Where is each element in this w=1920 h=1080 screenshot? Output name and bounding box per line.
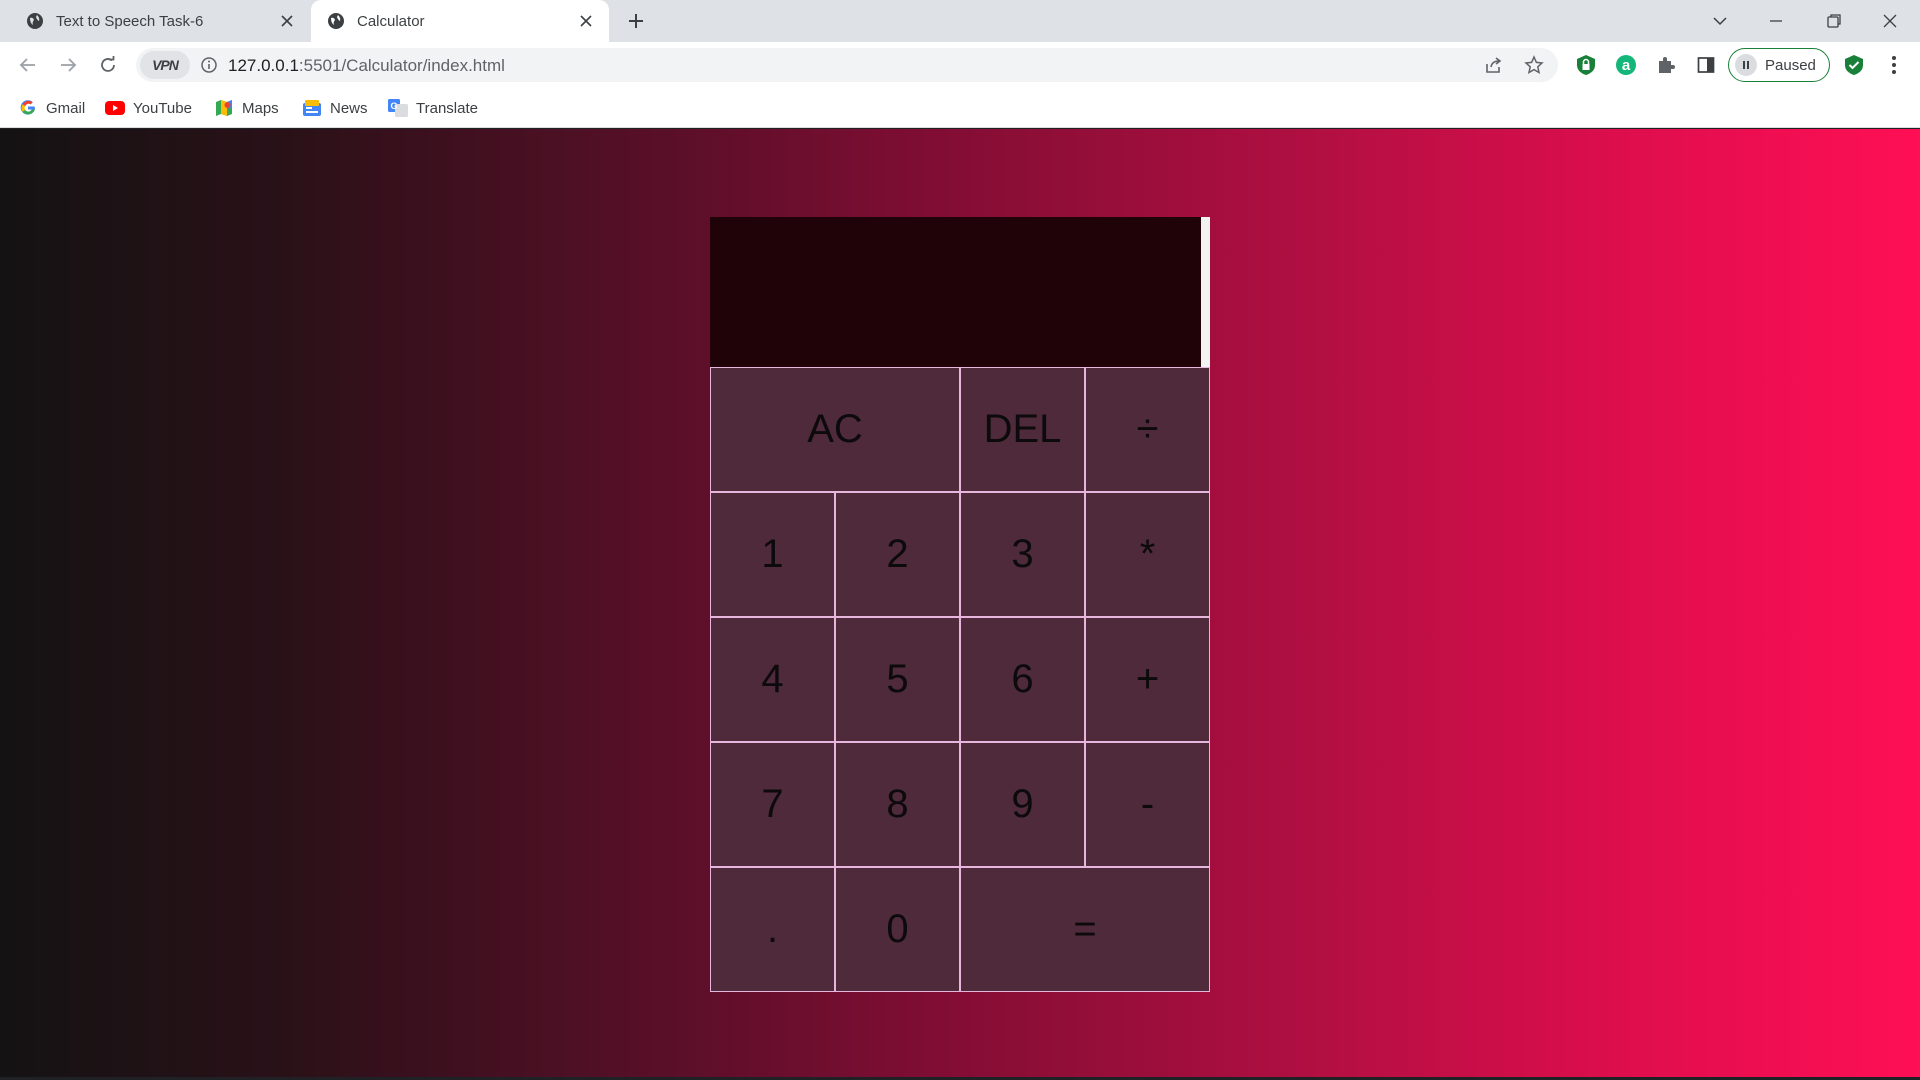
bookmark-gmail[interactable]: Gmail <box>18 96 85 120</box>
globe-icon <box>327 12 345 30</box>
tab-text-to-speech[interactable]: Text to Speech Task-6 <box>10 0 310 42</box>
calculator-keypad: AC DEL ÷ 1 2 3 * 4 5 6 + 7 8 9 - . 0 = <box>710 367 1210 992</box>
bookmark-label: Gmail <box>46 99 86 117</box>
close-icon <box>1883 14 1897 28</box>
globe-icon <box>26 12 44 30</box>
side-panel-button[interactable] <box>1692 51 1720 79</box>
vpn-extension-button[interactable] <box>1572 51 1600 79</box>
svg-text:G: G <box>390 101 397 111</box>
digit-4-button[interactable]: 4 <box>710 617 835 742</box>
digit-9-button[interactable]: 9 <box>960 742 1085 867</box>
browser-toolbar: VPN 127.0.0.1:5501/Calculator/index.html… <box>0 42 1920 88</box>
share-icon[interactable] <box>1482 53 1506 77</box>
puzzle-icon <box>1659 57 1675 73</box>
delete-button[interactable]: DEL <box>960 367 1085 492</box>
forward-button[interactable] <box>54 51 82 79</box>
translate-icon: G <box>388 98 408 118</box>
bookmark-label: Translate <box>416 99 478 117</box>
shield-lock-icon <box>1577 55 1595 75</box>
bookmark-label: Maps <box>242 99 279 117</box>
security-extension-button[interactable] <box>1840 51 1868 79</box>
subtract-button[interactable]: - <box>1085 742 1210 867</box>
close-tab-icon[interactable] <box>276 10 298 32</box>
side-panel-icon <box>1697 57 1715 73</box>
url-text[interactable]: 127.0.0.1:5501/Calculator/index.html <box>228 56 505 76</box>
arrow-right-icon <box>61 58 77 72</box>
profile-paused-chip[interactable]: Paused <box>1728 48 1830 82</box>
calculator-display <box>710 217 1210 367</box>
chevron-down-icon <box>1713 17 1727 26</box>
new-tab-button[interactable] <box>624 9 648 33</box>
multiply-button[interactable]: * <box>1085 492 1210 617</box>
url-host: 127.0.0.1 <box>228 56 299 75</box>
digit-3-button[interactable]: 3 <box>960 492 1085 617</box>
display-scrollbar[interactable] <box>1201 217 1210 367</box>
digit-0-button[interactable]: 0 <box>835 867 960 992</box>
plus-icon <box>629 14 643 28</box>
maps-icon <box>214 98 234 118</box>
menu-button[interactable] <box>1880 51 1908 79</box>
digit-2-button[interactable]: 2 <box>835 492 960 617</box>
url-path: :5501/Calculator/index.html <box>298 56 505 75</box>
calculator: AC DEL ÷ 1 2 3 * 4 5 6 + 7 8 9 - . 0 = <box>710 217 1210 992</box>
star-icon[interactable] <box>1522 53 1546 77</box>
letter-a-circle-icon: a <box>1616 55 1636 75</box>
digit-1-button[interactable]: 1 <box>710 492 835 617</box>
svg-text:a: a <box>1622 57 1631 74</box>
gmail-icon <box>18 98 38 118</box>
tab-calculator[interactable]: Calculator <box>311 0 609 42</box>
bookmark-label: YouTube <box>133 99 192 117</box>
tab-search-button[interactable] <box>1692 0 1748 42</box>
extensions-button[interactable] <box>1652 51 1680 79</box>
shield-check-icon <box>1845 55 1863 75</box>
bookmark-maps[interactable]: Maps <box>214 96 279 120</box>
bookmarks-bar: Gmail YouTube Maps News G Translate <box>0 88 1920 128</box>
minimize-button[interactable] <box>1748 0 1804 42</box>
tab-title: Calculator <box>357 12 425 30</box>
bookmark-label: News <box>330 99 368 117</box>
minimize-icon <box>1770 20 1782 22</box>
tab-title: Text to Speech Task-6 <box>56 12 204 30</box>
grammar-extension-button[interactable]: a <box>1612 51 1640 79</box>
pause-icon <box>1735 54 1757 76</box>
close-window-button[interactable] <box>1862 0 1918 42</box>
close-tab-icon[interactable] <box>575 10 597 32</box>
digit-5-button[interactable]: 5 <box>835 617 960 742</box>
page-viewport: AC DEL ÷ 1 2 3 * 4 5 6 + 7 8 9 - . 0 = <box>0 129 1920 1077</box>
back-button[interactable] <box>14 51 42 79</box>
all-clear-button[interactable]: AC <box>710 367 960 492</box>
bookmark-translate[interactable]: G Translate <box>388 96 478 120</box>
equals-button[interactable]: = <box>960 867 1210 992</box>
restore-button[interactable] <box>1806 0 1862 42</box>
info-icon[interactable] <box>200 56 218 74</box>
tab-strip: Text to Speech Task-6 Calculator <box>0 0 1920 42</box>
address-bar[interactable]: VPN 127.0.0.1:5501/Calculator/index.html <box>136 48 1558 82</box>
divide-button[interactable]: ÷ <box>1085 367 1210 492</box>
youtube-icon <box>105 98 125 118</box>
kebab-menu-icon <box>1892 56 1896 74</box>
digit-6-button[interactable]: 6 <box>960 617 1085 742</box>
digit-7-button[interactable]: 7 <box>710 742 835 867</box>
bookmark-youtube[interactable]: YouTube <box>105 96 192 120</box>
arrow-left-icon <box>19 58 35 72</box>
digit-8-button[interactable]: 8 <box>835 742 960 867</box>
reload-button[interactable] <box>94 51 122 79</box>
news-icon <box>302 98 322 118</box>
reload-icon <box>101 56 115 72</box>
add-button[interactable]: + <box>1085 617 1210 742</box>
restore-icon <box>1827 14 1841 28</box>
bookmark-news[interactable]: News <box>302 96 368 120</box>
decimal-button[interactable]: . <box>710 867 835 992</box>
profile-status-label: Paused <box>1765 56 1816 74</box>
vpn-button[interactable]: VPN <box>140 51 190 79</box>
